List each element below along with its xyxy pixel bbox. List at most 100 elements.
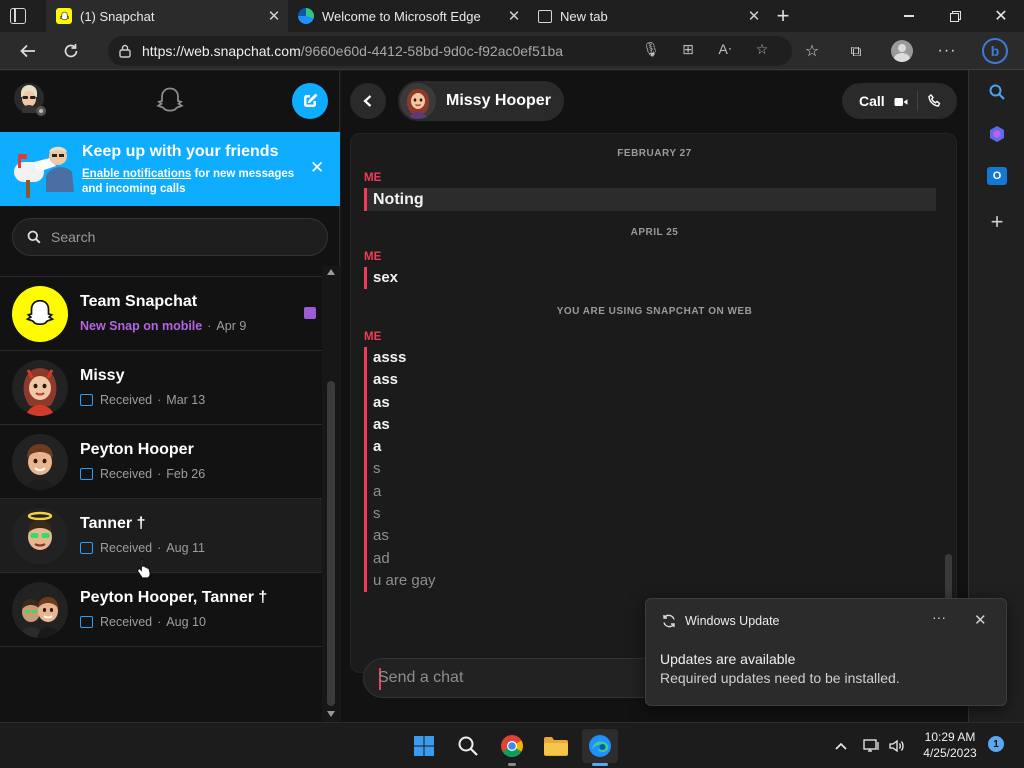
- toast-title: Updates are available: [660, 651, 796, 667]
- browser-toolbar: https://web.snapchat.com/9660e60d-4412-5…: [0, 32, 1024, 70]
- conversation-status: New Snap on mobile · Apr 9: [80, 319, 247, 333]
- tab-edge-welcome[interactable]: Welcome to Microsoft Edge ✕: [288, 0, 528, 32]
- conversation-item[interactable]: Tanner † Received · Aug 11: [0, 499, 322, 573]
- contact-bitmoji-avatar: [400, 83, 436, 119]
- conversation-item[interactable]: Peyton Hooper Received · Feb 26: [0, 425, 322, 499]
- ghost-logo-icon[interactable]: [154, 85, 186, 117]
- edge-icon: [589, 735, 611, 757]
- chrome-app[interactable]: [494, 729, 530, 763]
- mouse-cursor: [136, 557, 152, 579]
- show-hidden-icons-button[interactable]: [830, 735, 852, 757]
- message-thread[interactable]: FEBRUARY 27 ME Noting APRIL 25 ME sex YO…: [350, 133, 957, 673]
- tab-snapchat[interactable]: (1) Snapchat ✕: [46, 0, 288, 32]
- sync-icon: [663, 614, 675, 628]
- taskbar-search-button[interactable]: [450, 729, 486, 763]
- new-tab-favicon-icon: [538, 9, 552, 23]
- back-button[interactable]: [13, 36, 43, 66]
- dismiss-banner-icon[interactable]: ✕: [310, 158, 324, 178]
- edge-favicon-icon: [298, 8, 314, 24]
- call-controls: Call: [842, 83, 957, 119]
- conversation-list: Team Snapchat New Snap on mobile · Apr 9: [0, 276, 322, 647]
- sidebar-add-icon[interactable]: +: [983, 208, 1011, 236]
- start-button[interactable]: [406, 729, 442, 763]
- call-label[interactable]: Call: [859, 93, 885, 109]
- add-favorite-icon[interactable]: ☆: [752, 39, 772, 59]
- app-available-icon[interactable]: ⊞: [678, 39, 698, 59]
- new-chat-button[interactable]: [292, 83, 328, 119]
- conversation-item[interactable]: Peyton Hooper, Tanner † Received · Aug 1…: [0, 573, 322, 647]
- date-separator: YOU ARE USING SNAPCHAT ON WEB: [556, 306, 753, 317]
- phone-icon[interactable]: [928, 93, 941, 107]
- close-tab-icon[interactable]: ✕: [740, 7, 768, 25]
- folder-icon: [544, 737, 568, 756]
- refresh-button[interactable]: [56, 36, 86, 66]
- message-bubble[interactable]: Noting: [364, 188, 936, 211]
- my-bitmoji-avatar[interactable]: [12, 81, 50, 119]
- tanner-bitmoji-avatar: [12, 508, 68, 564]
- message-text: as: [373, 393, 390, 411]
- network-icon[interactable]: [861, 735, 883, 757]
- message-sender: ME: [364, 331, 382, 343]
- close-tab-icon[interactable]: ✕: [500, 7, 528, 25]
- close-window-button[interactable]: ✕: [978, 0, 1024, 32]
- microphone-icon[interactable]: 🎙: [641, 39, 661, 59]
- chat-contact-pill[interactable]: Missy Hooper: [398, 81, 564, 121]
- toast-close-icon[interactable]: ✕: [974, 611, 987, 629]
- message-bubble[interactable]: asss ass as as a s a s as ad u are gay: [364, 347, 436, 593]
- restore-button[interactable]: [932, 0, 978, 32]
- bing-chat-button[interactable]: b: [980, 36, 1010, 66]
- enable-notifications-link[interactable]: Enable notifications: [82, 168, 191, 180]
- volume-icon[interactable]: [886, 735, 908, 757]
- file-explorer-app[interactable]: [538, 729, 574, 763]
- conversation-status: Received · Aug 11: [80, 541, 205, 555]
- message-bubble[interactable]: sex: [364, 267, 398, 290]
- chat-input[interactable]: Send a chat: [363, 658, 663, 698]
- toast-more-icon[interactable]: ···: [932, 609, 946, 625]
- toast-body: Required updates need to be installed.: [660, 670, 900, 686]
- back-button[interactable]: [350, 83, 386, 119]
- tab-actions-icon[interactable]: [10, 8, 26, 24]
- read-aloud-icon[interactable]: Aᐧ: [715, 39, 735, 59]
- conversation-item[interactable]: Team Snapchat New Snap on mobile · Apr 9: [0, 277, 322, 351]
- sidebar-search-icon[interactable]: [983, 78, 1011, 106]
- profile-button[interactable]: [887, 36, 917, 66]
- sidebar-outlook-icon[interactable]: O: [983, 162, 1011, 190]
- received-chat-icon: [80, 542, 93, 554]
- collections-button[interactable]: ⧉: [841, 36, 871, 66]
- conversation-status: Received · Aug 10: [80, 615, 206, 629]
- mailbox-bitmoji-icon: [10, 140, 76, 200]
- search-placeholder: Search: [51, 229, 96, 245]
- settings-more-button[interactable]: ···: [932, 36, 962, 66]
- video-call-icon[interactable]: [894, 95, 908, 107]
- system-clock[interactable]: 10:29 AM 4/25/2023: [918, 729, 982, 761]
- windows-update-toast[interactable]: Windows Update ··· ✕ Updates are availab…: [645, 598, 1007, 706]
- message-text: s: [373, 505, 381, 523]
- more-icon: ···: [937, 42, 957, 59]
- tab-title: Welcome to Microsoft Edge: [322, 8, 481, 24]
- edge-app[interactable]: [582, 729, 618, 763]
- favorites-button[interactable]: ☆: [797, 36, 827, 66]
- conversation-scroll-thumb[interactable]: [327, 381, 335, 706]
- clock-time: 10:29 AM: [924, 730, 976, 744]
- notification-count-badge[interactable]: 1: [988, 736, 1004, 752]
- chrome-icon: [501, 735, 523, 757]
- received-chat-icon: [80, 394, 93, 406]
- close-tab-icon[interactable]: ✕: [260, 7, 288, 25]
- missy-bitmoji-avatar: [12, 360, 68, 416]
- lock-icon[interactable]: [108, 44, 142, 58]
- tab-new-tab[interactable]: New tab ✕: [528, 0, 768, 32]
- conversation-item[interactable]: Missy Received · Mar 13: [0, 351, 322, 425]
- browser-tab-bar: (1) Snapchat ✕ Welcome to Microsoft Edge…: [0, 0, 1024, 32]
- message-text: as: [373, 415, 390, 433]
- collections-icon: ⧉: [850, 42, 862, 60]
- sidebar-copilot-icon[interactable]: [983, 120, 1011, 148]
- new-snap-indicator: [304, 307, 316, 319]
- conversation-name: Team Snapchat: [80, 293, 198, 310]
- conversation-name: Peyton Hooper, Tanner †: [80, 589, 268, 606]
- minimize-button[interactable]: [886, 0, 932, 32]
- chrome-running-indicator: [508, 763, 516, 766]
- chat-header: Missy Hooper Call: [341, 71, 968, 132]
- profile-avatar-icon: [891, 40, 913, 62]
- new-tab-button[interactable]: +: [770, 3, 796, 29]
- search-input[interactable]: Search: [12, 218, 328, 256]
